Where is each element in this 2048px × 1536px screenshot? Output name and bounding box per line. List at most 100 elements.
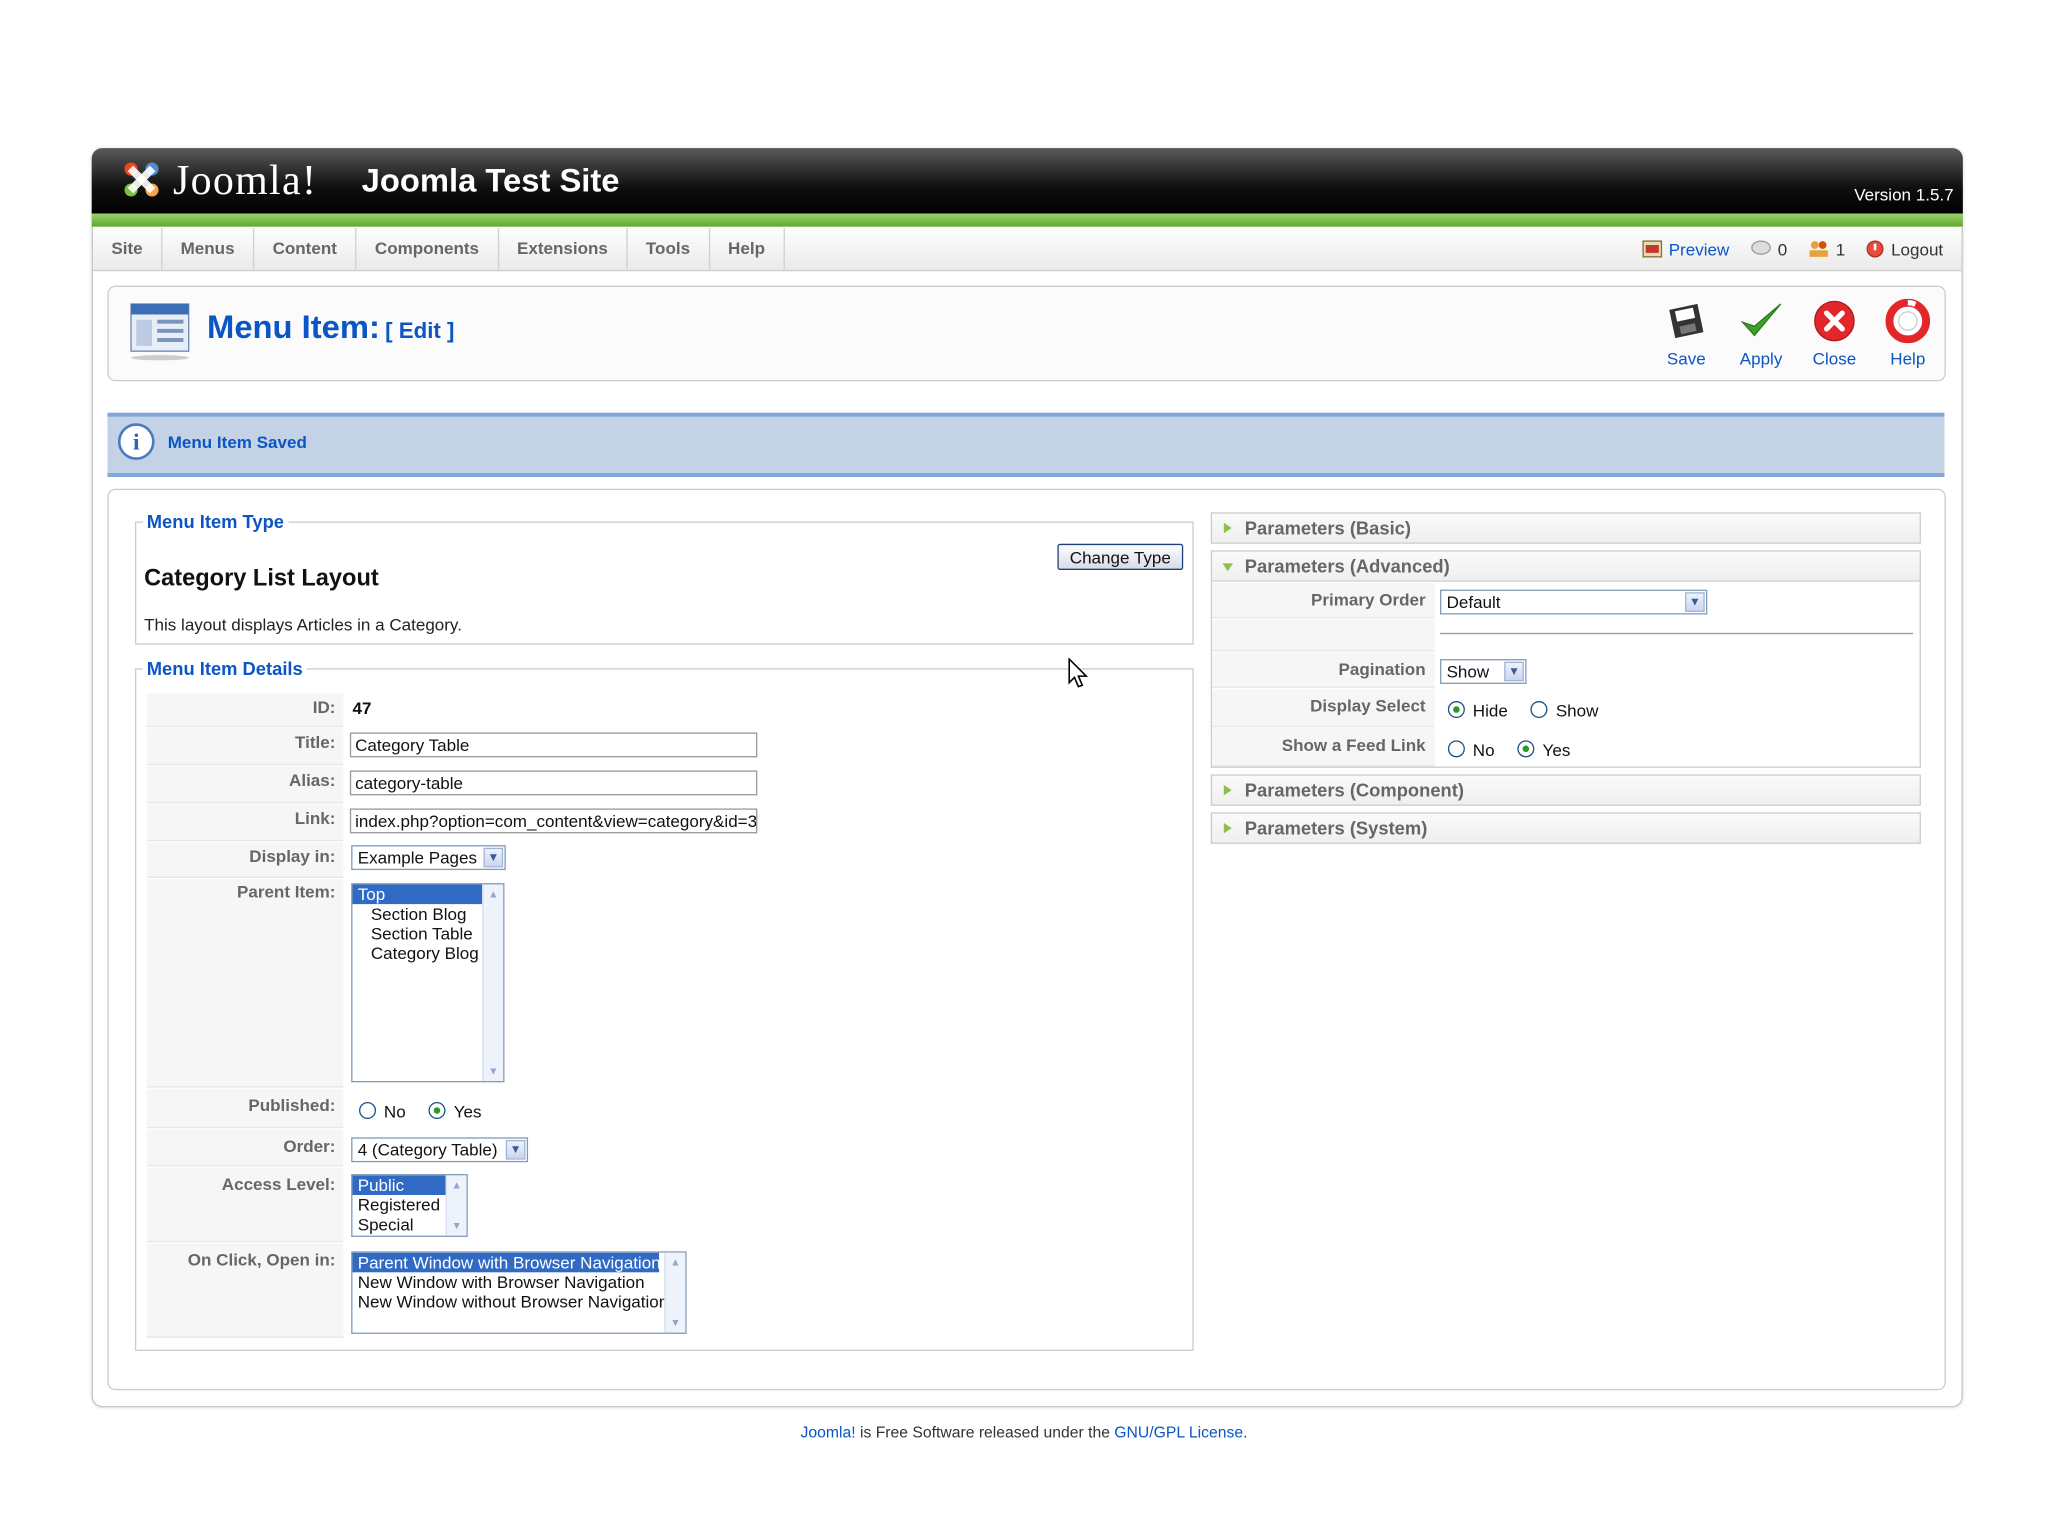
list-item[interactable]: Top	[352, 884, 483, 905]
primary-order-select[interactable]: Default ▼	[1440, 589, 1708, 615]
scroll-up-icon[interactable]: ▲	[667, 1254, 684, 1271]
list-item[interactable]: Section Table	[352, 924, 503, 944]
access-level-label: Access Level:	[146, 1167, 344, 1243]
status-area: Preview 0 1 Logout	[1641, 228, 1943, 270]
title-input[interactable]: Category Table	[349, 732, 758, 758]
radio-hide[interactable]	[1447, 701, 1465, 719]
help-button[interactable]: Help	[1868, 298, 1947, 368]
messages-icon	[1750, 240, 1771, 255]
page-title: Menu Item:[ Edit ]	[207, 309, 455, 346]
info-icon: i	[117, 423, 155, 460]
scroll-down-icon[interactable]: ▼	[485, 1063, 502, 1080]
help-lifebuoy-icon	[1885, 298, 1931, 344]
close-button[interactable]: Close	[1795, 299, 1874, 368]
scrollbar[interactable]: ▲ ▼	[482, 884, 504, 1081]
primary-order-label: Primary Order	[1212, 583, 1435, 619]
alias-label: Alias:	[146, 766, 344, 804]
logout-icon	[1866, 240, 1884, 258]
feed-link-radios: No Yes	[1447, 740, 1570, 760]
chevron-down-icon[interactable]: ▼	[1504, 661, 1524, 682]
params-advanced-header[interactable]: Parameters (Advanced)	[1210, 550, 1921, 582]
page-root: Joomla! Joomla Test Site Version 1.5.7 S…	[0, 0, 2048, 1536]
menu-components[interactable]: Components	[357, 227, 499, 270]
list-item[interactable]: Category Blog	[352, 943, 503, 963]
scrollbar[interactable]: ▲ ▼	[445, 1175, 467, 1236]
change-type-button[interactable]: Change Type	[1057, 543, 1184, 570]
menu-extensions[interactable]: Extensions	[499, 227, 628, 270]
list-item[interactable]: Section Blog	[352, 904, 503, 924]
pagination-select[interactable]: Show ▼	[1440, 659, 1527, 684]
feed-link-no[interactable]: No	[1447, 740, 1495, 760]
chevron-down-icon[interactable]: ▼	[1685, 592, 1705, 612]
display-select-show[interactable]: Show	[1530, 701, 1598, 721]
chevron-down-icon[interactable]: ▼	[505, 1139, 526, 1160]
users-icon	[1809, 241, 1828, 257]
menu-menus[interactable]: Menus	[162, 227, 255, 270]
system-message-bar	[107, 412, 1945, 477]
header-green-strip	[91, 213, 1963, 227]
params-component-header[interactable]: Parameters (Component)	[1210, 774, 1921, 806]
menu-content[interactable]: Content	[254, 227, 357, 270]
menu-site[interactable]: Site	[93, 227, 163, 270]
joomla-link[interactable]: Joomla!	[801, 1423, 856, 1441]
scrollbar[interactable]: ▲ ▼	[664, 1252, 686, 1333]
radio-show[interactable]	[1530, 701, 1548, 719]
parent-item-label: Parent Item:	[146, 879, 344, 1088]
system-message-text: Menu Item Saved	[167, 432, 307, 453]
logout-link[interactable]: Logout	[1866, 239, 1943, 259]
chevron-down-icon[interactable]: ▼	[483, 847, 504, 868]
order-select[interactable]: 4 (Category Table) ▼	[351, 1137, 529, 1163]
messages-count[interactable]: 0	[1750, 239, 1787, 259]
menu-help[interactable]: Help	[710, 227, 785, 270]
list-item[interactable]: New Window without Browser Navigation	[352, 1292, 685, 1312]
layout-description: This layout displays Articles in a Categ…	[144, 614, 462, 635]
published-yes[interactable]: Yes	[428, 1101, 481, 1122]
scroll-down-icon[interactable]: ▼	[448, 1217, 465, 1234]
expand-arrow-icon	[1223, 522, 1232, 534]
display-in-select[interactable]: Example Pages ▼	[351, 845, 506, 871]
radio-yes[interactable]	[428, 1101, 446, 1119]
joomla-logo-icon	[124, 162, 159, 197]
display-in-label: Display in:	[146, 842, 344, 878]
feed-link-yes[interactable]: Yes	[1517, 740, 1570, 760]
menu-tools[interactable]: Tools	[628, 227, 710, 270]
on-click-list[interactable]: Parent Window with Browser Navigation Ne…	[351, 1251, 687, 1334]
menu-item-details-legend: Menu Item Details	[146, 657, 303, 679]
scroll-up-icon[interactable]: ▲	[485, 886, 502, 903]
users-count[interactable]: 1	[1808, 239, 1845, 259]
display-select-radios: Hide Show	[1447, 701, 1598, 721]
alias-input[interactable]: category-table	[349, 770, 758, 796]
on-click-label: On Click, Open in:	[146, 1243, 344, 1338]
published-radios: No Yes	[359, 1101, 481, 1122]
apply-button[interactable]: Apply	[1722, 299, 1801, 368]
published-no[interactable]: No	[359, 1101, 406, 1122]
preview-link[interactable]: Preview	[1641, 239, 1729, 259]
order-label: Order:	[146, 1129, 344, 1167]
radio-no[interactable]	[1447, 740, 1465, 758]
collapse-arrow-icon	[1222, 563, 1233, 572]
save-button[interactable]: Save	[1647, 299, 1726, 368]
params-system-header[interactable]: Parameters (System)	[1210, 812, 1921, 844]
list-item[interactable]: New Window with Browser Navigation	[352, 1272, 685, 1292]
feed-link-label: Show a Feed Link	[1212, 728, 1435, 767]
radio-no[interactable]	[359, 1101, 377, 1119]
list-item[interactable]: Public	[352, 1175, 446, 1195]
pagination-label: Pagination	[1212, 652, 1435, 688]
save-icon	[1669, 303, 1704, 339]
scroll-up-icon[interactable]: ▲	[448, 1177, 465, 1194]
list-item[interactable]: Parent Window with Browser Navigation	[352, 1252, 661, 1273]
footer: Joomla! is Free Software released under …	[800, 1422, 1248, 1442]
display-select-hide[interactable]: Hide	[1447, 701, 1508, 721]
parent-item-list[interactable]: Top Section Blog Section Table Category …	[351, 883, 505, 1083]
close-icon	[1814, 300, 1855, 342]
link-input[interactable]: index.php?option=com_content&view=catego…	[349, 808, 758, 834]
logo-text: Joomla!	[172, 155, 318, 203]
layout-title: Category List Layout	[144, 564, 379, 591]
params-basic-header[interactable]: Parameters (Basic)	[1210, 512, 1921, 544]
license-link[interactable]: GNU/GPL License	[1114, 1423, 1243, 1441]
radio-yes[interactable]	[1517, 740, 1535, 758]
preview-icon	[1641, 240, 1662, 258]
version-label: Version 1.5.7	[1854, 184, 1954, 205]
scroll-down-icon[interactable]: ▼	[667, 1314, 684, 1331]
access-level-list[interactable]: Public Registered Special ▲ ▼	[351, 1174, 468, 1237]
